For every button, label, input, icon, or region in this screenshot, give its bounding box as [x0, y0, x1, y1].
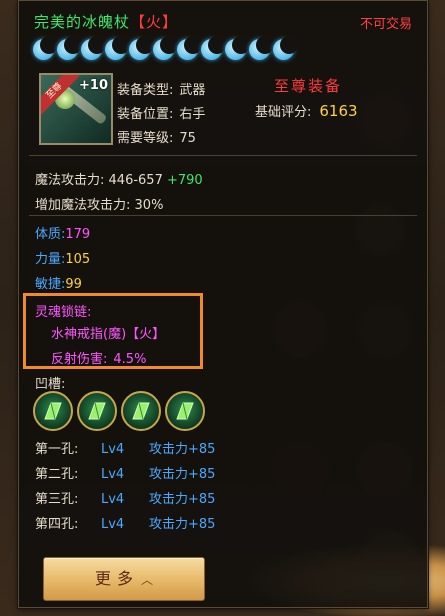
moon-icon: [57, 36, 82, 60]
rank-label: 至尊装备: [274, 77, 343, 95]
magic-attack: 魔法攻击力: 446-657 +790: [35, 173, 203, 188]
moon-icon: [33, 36, 58, 60]
weapon-icon[interactable]: 至尊 +10: [39, 73, 113, 145]
moon-icon: [273, 36, 298, 60]
base-score: 基础评分: 6163: [255, 102, 358, 120]
equip-slot: 装备位置: 右手: [117, 107, 206, 122]
star-rating: [33, 36, 298, 60]
trade-status: 不可交易: [359, 17, 412, 32]
moon-icon: [177, 36, 202, 60]
socket-hole-3: 第三孔: Lv4 攻击力+85: [35, 492, 216, 507]
socket-hole-2: 第二孔: Lv4 攻击力+85: [35, 467, 216, 482]
moon-icon: [201, 36, 226, 60]
socket-gem-3-icon[interactable]: [121, 391, 161, 431]
stat-constitution: 体质:179: [35, 227, 91, 242]
chevron-up-icon: ︿: [141, 573, 154, 587]
magic-attack-bonus: 增加魔法攻击力: 30%: [35, 198, 164, 213]
moon-icon: [105, 36, 130, 60]
moon-icon: [129, 36, 154, 60]
socket-gems: [33, 391, 205, 431]
socket-hole-1: 第一孔: Lv4 攻击力+85: [35, 442, 216, 457]
socket-gem-2-icon[interactable]: [77, 391, 117, 431]
socket-hole-4: 第四孔: Lv4 攻击力+85: [35, 517, 216, 532]
moon-icon: [153, 36, 178, 60]
soul-chain-title: 灵魂锁链:: [35, 305, 92, 320]
socket-gem-4-icon[interactable]: [165, 391, 205, 431]
stat-strength: 力量:105: [35, 252, 91, 267]
soul-chain-reflect: 反射伤害: 4.5%: [51, 352, 147, 367]
enhance-level: +10: [79, 78, 108, 93]
equip-type: 装备类型: 武器: [117, 83, 206, 98]
stat-agility: 敏捷:99: [35, 277, 82, 292]
more-button[interactable]: 更多 ︿: [43, 557, 205, 601]
moon-icon: [249, 36, 274, 60]
socket-label: 凹槽:: [35, 377, 66, 392]
required-level: 需要等级: 75: [117, 131, 196, 146]
divider: [29, 215, 417, 216]
item-tooltip: 完美的冰魄杖【火】 不可交易 至尊 +10 装备类型: 武器 装备位置: 右手 需要…: [18, 0, 428, 608]
divider: [29, 155, 417, 156]
moon-icon: [81, 36, 106, 60]
item-element: 【火】: [130, 13, 179, 31]
soul-chain-ring: 水神戒指(魔)【火】: [51, 327, 166, 342]
moon-icon: [225, 36, 250, 60]
socket-gem-1-icon[interactable]: [33, 391, 73, 431]
item-name: 完美的冰魄杖【火】: [34, 13, 179, 31]
